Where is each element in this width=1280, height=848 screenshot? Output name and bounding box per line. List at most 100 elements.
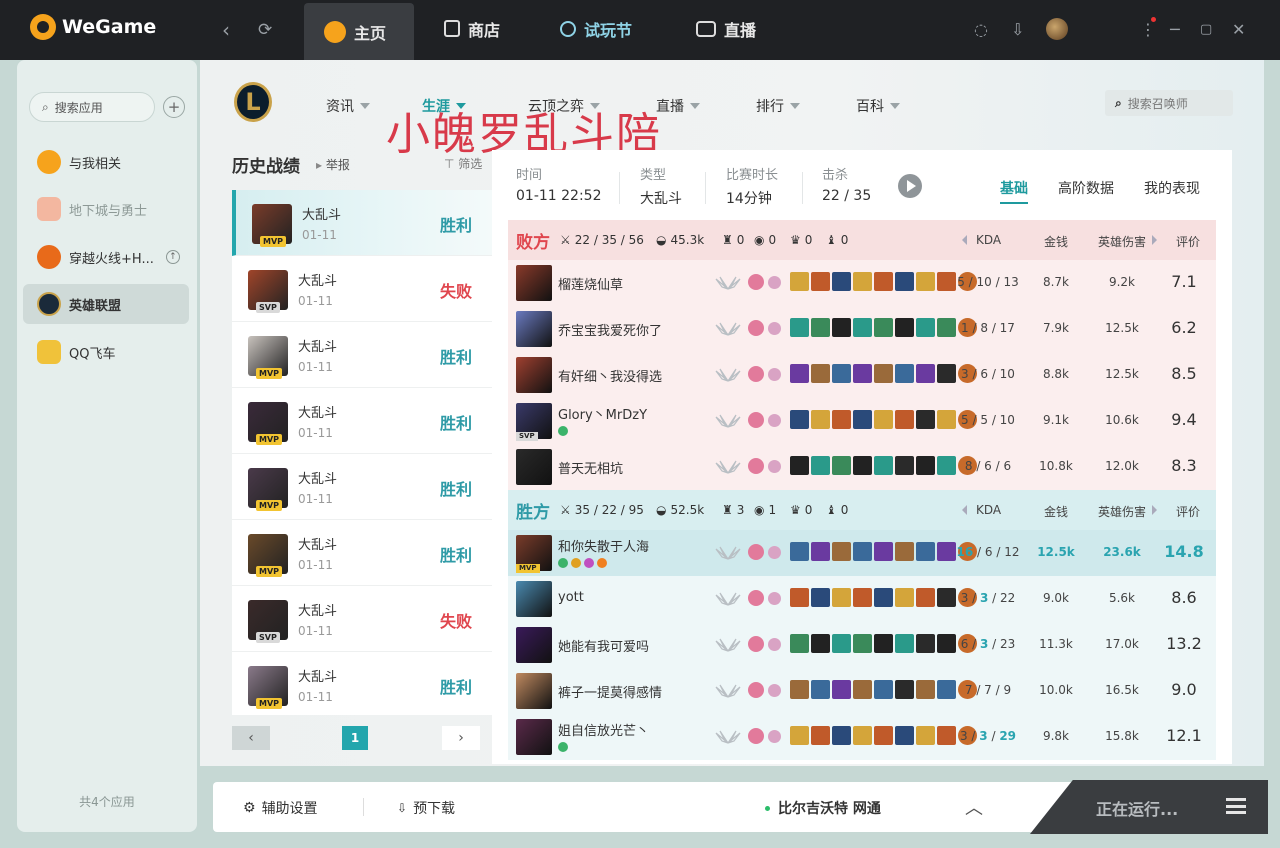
match-mode: 大乱斗 (298, 340, 338, 355)
player-row[interactable]: 乔宝宝我爱死你了 1 / 8 / 17 7.9k 12.5k 6.2 (508, 306, 1216, 352)
scroll-left-icon[interactable] (962, 505, 967, 515)
pagination: ‹ 1 › (232, 726, 480, 750)
user-avatar[interactable] (1046, 18, 1068, 40)
player-name[interactable]: 她能有我可爱吗 (558, 636, 649, 655)
chevron-up-icon[interactable]: ︿ (965, 794, 983, 820)
player-gold: 11.3k (1039, 637, 1073, 651)
menu-icon[interactable] (1226, 798, 1246, 814)
server-selector[interactable]: 比尔吉沃特 网通 (765, 798, 881, 818)
sidebar-item-lol[interactable]: 英雄联盟 (23, 284, 189, 324)
close-icon[interactable]: ✕ (1232, 20, 1245, 39)
history-item[interactable]: SVP 大乱斗 01-11 失败 (232, 256, 492, 322)
kda-assists: 12 (1004, 545, 1020, 559)
filter-button[interactable]: ⊤ 筛选 (444, 155, 482, 172)
item-icon (916, 410, 935, 429)
player-row[interactable]: 姐自信放光芒丶 3 / 3 / 29 9.8k 15.8k 12.1 (508, 714, 1216, 760)
player-row[interactable]: SVP Glory丶MrDzY 5 / 5 / 10 9.1k 10.6k 9.4 (508, 398, 1216, 444)
history-item[interactable]: SVP 大乱斗 01-11 失败 (232, 586, 492, 652)
sidebar-item-cf[interactable]: 穿越火线+H... ↑ (23, 237, 189, 277)
player-name[interactable]: Glory丶MrDzY (558, 404, 647, 423)
scroll-left-icon[interactable] (962, 235, 967, 245)
rune-icon (748, 320, 764, 336)
player-kda: 1 / 8 / 17 (961, 321, 1015, 335)
search-app-input[interactable]: ⌕ 搜索应用 (29, 92, 155, 122)
player-row[interactable]: 裤子一提莫得感情 7 / 7 / 9 10.0k 16.5k 9.0 (508, 668, 1216, 714)
col-damage: 英雄伤害 (1098, 505, 1147, 519)
page-number[interactable]: 1 (342, 726, 368, 750)
item-icon (832, 456, 851, 475)
download-icon[interactable]: ⇩ (1011, 20, 1024, 39)
add-app-button[interactable]: + (163, 96, 185, 118)
item-icon (874, 410, 893, 429)
sidebar-item-dnf[interactable]: 地下城与勇士 (23, 189, 189, 229)
player-name[interactable]: 姐自信放光芒丶 (558, 720, 649, 739)
scroll-right-icon[interactable] (1152, 235, 1157, 245)
rune-icon (768, 460, 781, 473)
history-item[interactable]: MVP 大乱斗 01-11 胜利 (232, 322, 492, 388)
player-row[interactable]: 普天无相坑 8 / 6 / 6 10.8k 12.0k 8.3 (508, 444, 1216, 490)
player-score: 8.5 (1171, 364, 1197, 383)
tab-live[interactable]: 直播 (676, 0, 776, 57)
menu-wiki[interactable]: 百科 (856, 96, 900, 116)
history-item[interactable]: MVP 大乱斗 01-11 胜利 (232, 190, 492, 256)
window-body: ⌕ 搜索应用 + 与我相关 地下城与勇士 穿越火线+H... ↑ 英雄联盟 QQ… (0, 60, 1280, 848)
tab-trial[interactable]: 试玩节 (540, 0, 652, 57)
next-page-button[interactable]: › (442, 726, 480, 750)
player-row[interactable]: yott 3 / 3 / 22 9.0k 5.6k 8.6 (508, 576, 1216, 622)
player-row[interactable]: 她能有我可爱吗 6 / 3 / 23 11.3k 17.0k 13.2 (508, 622, 1216, 668)
assist-settings-button[interactable]: ⚙ 辅助设置 (243, 798, 318, 818)
item-icon (790, 318, 809, 337)
report-link[interactable]: ▸ 举报 (316, 156, 350, 173)
restore-icon[interactable]: ▢ (1200, 22, 1212, 37)
refresh-icon[interactable]: ⟳ (258, 20, 272, 40)
search-summoner-input[interactable]: ⌕ 搜索召唤师 (1105, 90, 1233, 116)
item-icon (790, 680, 809, 699)
player-row[interactable]: 有奸细丶我没得选 3 / 6 / 10 8.8k 12.5k 8.5 (508, 352, 1216, 398)
rune-icon (748, 544, 764, 560)
tab-basic[interactable]: 基础 (1000, 178, 1028, 204)
wegame-logo[interactable]: WeGame (30, 14, 156, 40)
history-item[interactable]: MVP 大乱斗 01-11 胜利 (232, 454, 492, 520)
player-name[interactable]: yott (558, 590, 584, 605)
menu-rank[interactable]: 排行 (756, 96, 800, 116)
running-label: 正在运行... (1096, 800, 1179, 819)
player-damage: 5.6k (1108, 591, 1136, 605)
player-name[interactable]: 裤子一提莫得感情 (558, 682, 662, 701)
history-item[interactable]: MVP 大乱斗 01-11 胜利 (232, 520, 492, 586)
predownload-button[interactable]: ⇩ 预下载 (397, 798, 455, 818)
svp-badge: SVP (256, 302, 280, 313)
player-name[interactable]: 和你失散于人海 (558, 536, 649, 555)
sidebar-item-qqspeed[interactable]: QQ飞车 (23, 332, 189, 372)
prev-page-button[interactable]: ‹ (232, 726, 270, 750)
history-item[interactable]: MVP 大乱斗 01-11 胜利 (232, 652, 492, 715)
menu-news[interactable]: 资讯 (326, 96, 370, 116)
lol-logo: L (234, 82, 272, 122)
item-icon (916, 726, 935, 745)
scroll-right-icon[interactable] (1152, 505, 1157, 515)
player-name[interactable]: 普天无相坑 (558, 458, 623, 477)
more-menu-icon[interactable]: ⋮ (1140, 20, 1156, 39)
back-arrow-icon[interactable]: ‹ (222, 18, 230, 42)
server-name: 比尔吉沃特 网通 (778, 801, 881, 817)
item-icon (853, 272, 872, 291)
item-icon (832, 410, 851, 429)
player-row[interactable]: 榴莲烧仙草 5 / 10 / 13 8.7k 9.2k 7.1 (508, 260, 1216, 306)
rune-icon (768, 546, 781, 559)
tab-advanced[interactable]: 高阶数据 (1058, 178, 1114, 198)
chat-bubble-icon[interactable]: ◌ (974, 20, 988, 39)
history-item[interactable]: MVP 大乱斗 01-11 胜利 (232, 388, 492, 454)
replay-play-icon[interactable] (898, 174, 922, 198)
tab-home[interactable]: 主页 (304, 3, 414, 60)
tab-store[interactable]: 商店 (424, 0, 520, 57)
rune-icon (748, 412, 764, 428)
sidebar-item-related[interactable]: 与我相关 (23, 142, 189, 182)
rune-icon (748, 636, 764, 652)
menu-live[interactable]: 直播 (656, 96, 700, 116)
minimize-icon[interactable]: ─ (1170, 20, 1180, 39)
player-row[interactable]: MVP 和你失散于人海 16 / 6 / 12 12.5k 23.6k 14.8 (508, 530, 1216, 576)
player-name[interactable]: 榴莲烧仙草 (558, 274, 623, 293)
player-name[interactable]: 乔宝宝我爱死你了 (558, 320, 662, 339)
team-name: 胜方 (516, 502, 550, 523)
tab-my-performance[interactable]: 我的表现 (1144, 178, 1200, 198)
player-name[interactable]: 有奸细丶我没得选 (558, 366, 662, 385)
